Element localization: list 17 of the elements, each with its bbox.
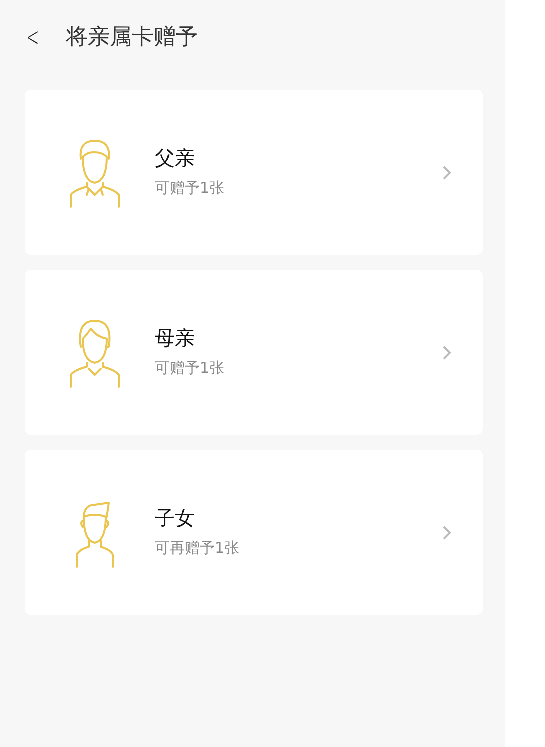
chevron-right-icon [441, 164, 453, 182]
woman-avatar-icon [70, 320, 120, 388]
member-name: 父亲 [155, 145, 196, 172]
back-button[interactable]: < [26, 24, 40, 50]
chevron-right-icon [441, 344, 453, 362]
family-member-card[interactable]: 父亲 可赠予1张 [25, 90, 483, 255]
gift-count-note: 可赠予1张 [155, 358, 226, 380]
man-avatar-icon [70, 140, 120, 208]
family-member-card[interactable]: 母亲 可赠予1张 [25, 270, 483, 435]
page-title: 将亲属卡赠予 [66, 24, 198, 52]
chevron-right-icon [441, 524, 453, 542]
member-name: 子女 [155, 505, 196, 532]
child-avatar-icon [76, 502, 114, 568]
member-name: 母亲 [155, 325, 196, 352]
family-member-card[interactable]: 子女 可再赠予1张 [25, 450, 483, 615]
gift-count-note: 可赠予1张 [155, 178, 226, 200]
gift-count-note: 可再赠予1张 [155, 538, 241, 560]
